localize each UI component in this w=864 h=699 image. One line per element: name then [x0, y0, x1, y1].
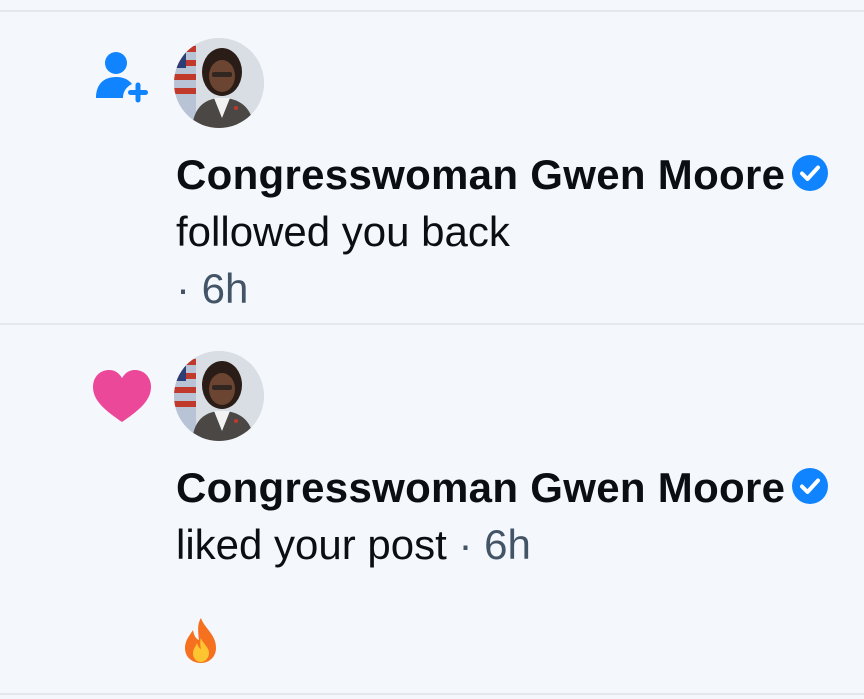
heart-icon — [90, 365, 154, 429]
verified-badge-icon — [791, 462, 829, 504]
notification-action: liked your post — [176, 521, 447, 568]
notification-item-like[interactable]: Congresswoman Gwen Mooreliked your post … — [0, 323, 864, 693]
notification-item-follow[interactable]: Congresswoman Gwen Moore followed you bac… — [0, 10, 864, 323]
author-name[interactable]: Congresswoman Gwen Moore — [176, 151, 785, 198]
timestamp: · 6h — [176, 265, 249, 312]
person-plus-icon — [90, 46, 154, 110]
notification-text: Congresswoman Gwen Moore followed you bac… — [176, 146, 856, 317]
notification-action: followed you back — [176, 208, 510, 255]
avatar[interactable] — [174, 38, 264, 128]
divider — [0, 693, 864, 695]
fire-icon — [178, 616, 224, 664]
notifications-feed: Congresswoman Gwen Moore followed you bac… — [0, 0, 864, 699]
notification-text: Congresswoman Gwen Mooreliked your post … — [176, 459, 856, 573]
author-name[interactable]: Congresswoman Gwen Moore — [176, 464, 785, 511]
avatar[interactable] — [174, 351, 264, 441]
timestamp: · 6h — [458, 521, 531, 568]
verified-badge-icon — [791, 149, 829, 191]
